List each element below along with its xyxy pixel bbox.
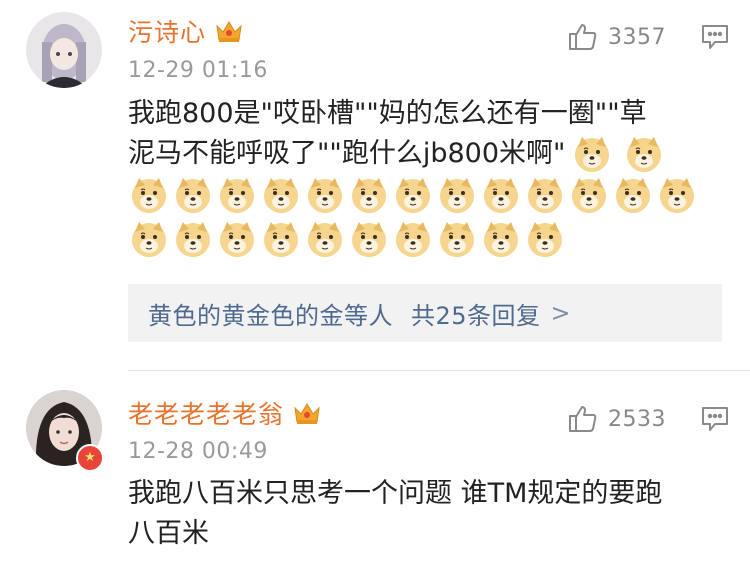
comment-text-line: 八百米 (128, 514, 728, 554)
comment-text-line: 泥马不能呼吸了""跑什么jb800米啊" (128, 134, 728, 174)
timestamp: 12-28 00:49 (128, 439, 268, 464)
doge-emoji (174, 176, 212, 214)
doge-emoji (130, 176, 168, 214)
divider (128, 370, 750, 371)
reply-icon[interactable] (700, 23, 730, 51)
comment-text-line: 我跑八百米只思考一个问题 谁TM规定的要跑 (128, 474, 728, 514)
username[interactable]: 污诗心 (128, 13, 206, 49)
doge-emoji (658, 176, 696, 214)
avatar[interactable] (26, 12, 102, 88)
reply-preview-link[interactable]: 黄色的黄金色的金等人 共25条回复 > (128, 284, 722, 342)
reply-count: 共25条回复 (411, 301, 541, 330)
timestamp: 12-29 01:16 (128, 58, 268, 83)
doge-emoji (174, 220, 212, 258)
comment-text-line: 我跑800是"哎卧槽""妈的怎么还有一圈""草 (128, 94, 728, 134)
doge-emoji (438, 220, 476, 258)
thumb-up-icon[interactable] (568, 404, 598, 434)
text-line-2: 泥马不能呼吸了""跑什么jb800米啊" (128, 138, 566, 169)
text-line-1: 我跑800是"哎卧槽""妈的怎么还有一圈""草 (128, 98, 647, 129)
doge-emoji (262, 176, 300, 214)
like-button[interactable]: 2533 (568, 404, 666, 434)
doge-emoji (218, 220, 256, 258)
emoji-row (130, 176, 710, 220)
doge-emoji (262, 220, 300, 258)
doge-emoji (526, 220, 564, 258)
verified-badge: ★ (76, 444, 104, 472)
comment-text: 我跑八百米只思考一个问题 谁TM规定的要跑 八百米 (128, 474, 728, 554)
username[interactable]: 老老老老老翁 (128, 395, 284, 431)
like-count: 3357 (608, 24, 666, 50)
doge-emoji (394, 176, 432, 214)
doge-emoji (570, 176, 608, 214)
doge-emoji (350, 176, 388, 214)
emoji-grid (130, 176, 710, 264)
text-line-1: 我跑八百米只思考一个问题 谁TM规定的要跑 (128, 478, 663, 509)
username-row: 老老老老老翁 (128, 396, 322, 430)
comment-text: 我跑800是"哎卧槽""妈的怎么还有一圈""草 泥马不能呼吸了""跑什么jb80… (128, 94, 728, 174)
reply-icon[interactable] (700, 405, 730, 433)
like-count: 2533 (608, 406, 666, 432)
doge-emoji (614, 176, 652, 214)
doge-emoji (482, 176, 520, 214)
doge-emoji (438, 176, 476, 214)
doge-emoji (350, 220, 388, 258)
doge-emoji (218, 176, 256, 214)
username-row: 污诗心 (128, 14, 244, 48)
doge-emoji (306, 220, 344, 258)
doge-emoji (526, 176, 564, 214)
comment-item: ★ 老老老老老翁 12-28 00:49 2533 我跑八百米只思考一个问题 谁… (0, 372, 750, 570)
thumb-up-icon[interactable] (568, 22, 598, 52)
comment-item: 污诗心 12-29 01:16 3357 我跑800是"哎卧槽""妈的怎么还有一… (0, 0, 750, 372)
doge-emoji (482, 220, 520, 258)
doge-emoji (625, 135, 663, 173)
emoji-row (130, 220, 710, 264)
like-button[interactable]: 3357 (568, 22, 666, 52)
text-line-2: 八百米 (128, 518, 209, 549)
reply-preview-replier: 黄色的黄金色的金等人 (148, 301, 393, 330)
crown-icon (214, 18, 244, 44)
doge-emoji (130, 220, 168, 258)
crown-icon (292, 400, 322, 426)
doge-emoji (394, 220, 432, 258)
doge-emoji (306, 176, 344, 214)
doge-emoji (573, 135, 611, 173)
chevron-right-icon: > (550, 299, 572, 327)
